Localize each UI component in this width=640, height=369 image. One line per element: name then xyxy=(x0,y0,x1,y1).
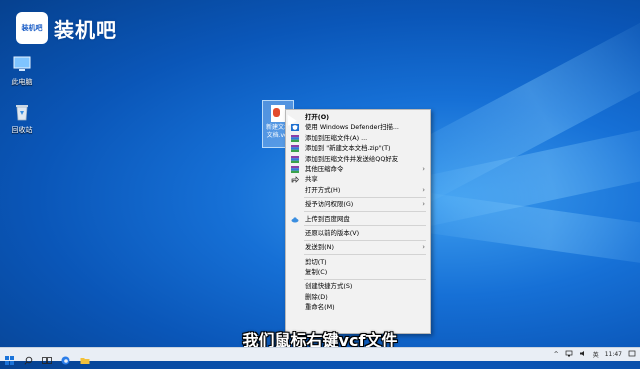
menu-item-label: 添加到 "新建文本文档.zip"(T) xyxy=(305,144,391,153)
menu-item-label: 删除(D) xyxy=(305,292,328,301)
winrar-archive-icon xyxy=(291,145,299,153)
network-icon[interactable] xyxy=(565,350,573,359)
notification-chevron-icon[interactable]: ^ xyxy=(554,351,559,358)
recycle-bin-icon xyxy=(12,102,32,122)
winrar-archive-icon xyxy=(291,165,299,173)
menu-separator xyxy=(304,196,426,198)
menu-separator xyxy=(304,239,426,241)
menu-separator xyxy=(304,225,426,227)
menu-item-label: 使用 Windows Defender扫描... xyxy=(305,123,399,132)
vcf-contact-file-icon xyxy=(271,105,285,122)
menu-item-restore-versions[interactable]: 还原以前的版本(V) xyxy=(286,228,430,238)
edge-browser-icon[interactable] xyxy=(61,350,71,365)
volume-icon[interactable] xyxy=(579,350,587,359)
menu-item-rename[interactable]: 重命名(M) xyxy=(286,302,430,312)
watermark-brand-text: 装机吧 xyxy=(54,17,117,42)
desktop-icon-label: 回收站 xyxy=(11,126,33,134)
watermark-badge: 装机吧 xyxy=(16,12,48,44)
share-icon xyxy=(291,176,299,184)
menu-item-label: 创建快捷方式(S) xyxy=(305,282,353,291)
menu-item-create-shortcut[interactable]: 创建快捷方式(S) xyxy=(286,281,430,291)
menu-item-open[interactable]: 打开(O) xyxy=(286,112,430,122)
wallpaper-beam xyxy=(398,189,640,271)
menu-item-label: 共享 xyxy=(305,175,318,184)
menu-item-label: 上传到百度网盘 xyxy=(305,214,350,223)
menu-separator xyxy=(304,278,426,280)
task-view-icon[interactable] xyxy=(42,350,52,364)
taskbar: ^ 英 11:47 xyxy=(0,347,640,365)
chevron-right-icon: › xyxy=(422,185,425,194)
menu-item-label: 剪切(T) xyxy=(305,257,327,266)
winrar-archive-icon xyxy=(291,134,299,142)
menu-item-copy[interactable]: 复制(C) xyxy=(286,267,430,277)
menu-item-defender-scan[interactable]: 使用 Windows Defender扫描... xyxy=(286,122,430,132)
baidu-cloud-icon xyxy=(291,216,299,223)
file-explorer-icon[interactable] xyxy=(80,350,90,364)
system-tray: ^ 英 11:47 xyxy=(554,348,636,361)
computer-icon xyxy=(12,54,32,74)
menu-item-open-with[interactable]: 打开方式(H) › xyxy=(286,185,430,195)
desktop-icon-recycle-bin[interactable]: 回收站 xyxy=(0,102,44,135)
defender-shield-icon xyxy=(291,124,299,132)
menu-item-upload-baidu[interactable]: 上传到百度网盘 xyxy=(286,214,430,224)
menu-item-grant-access[interactable]: 授予访问权限(G) › xyxy=(286,199,430,209)
menu-item-delete[interactable]: 删除(D) xyxy=(286,292,430,302)
menu-item-label: 还原以前的版本(V) xyxy=(305,228,360,237)
menu-item-label: 添加到压缩文件并发送给QQ好友 xyxy=(305,154,399,163)
notification-center-icon[interactable] xyxy=(628,350,636,359)
menu-item-add-to-zip[interactable]: 添加到 "新建文本文档.zip"(T) xyxy=(286,143,430,153)
menu-item-label: 其他压缩命令 xyxy=(305,164,344,173)
menu-separator xyxy=(304,254,426,256)
menu-item-other-compress[interactable]: 其他压缩命令 › xyxy=(286,164,430,174)
context-menu: 打开(O) 使用 Windows Defender扫描... 添加到压缩文件(A… xyxy=(285,109,431,334)
menu-separator xyxy=(304,211,426,213)
menu-item-label: 授予访问权限(G) xyxy=(305,200,354,209)
menu-item-label: 打开方式(H) xyxy=(305,185,341,194)
clock[interactable]: 11:47 xyxy=(605,351,622,358)
watermark-logo: 装机吧 装机吧 xyxy=(16,12,117,44)
menu-item-label: 发送到(N) xyxy=(305,243,334,252)
menu-item-cut[interactable]: 剪切(T) xyxy=(286,257,430,267)
menu-item-label: 打开(O) xyxy=(305,113,330,121)
input-method-indicator[interactable]: 英 xyxy=(593,350,599,359)
menu-item-share[interactable]: 共享 xyxy=(286,174,430,184)
menu-item-add-to-archive[interactable]: 添加到压缩文件(A) ... xyxy=(286,133,430,143)
chevron-right-icon: › xyxy=(422,164,425,173)
search-icon[interactable] xyxy=(24,350,34,365)
windows-start-icon[interactable] xyxy=(5,350,15,365)
desktop-icon-label: 此电脑 xyxy=(11,78,33,86)
menu-item-send-to[interactable]: 发送到(N) › xyxy=(286,242,430,252)
desktop-icon-this-pc[interactable]: 此电脑 xyxy=(0,54,44,87)
menu-item-label: 复制(C) xyxy=(305,268,328,277)
menu-item-archive-send-qq[interactable]: 添加到压缩文件并发送给QQ好友 xyxy=(286,154,430,164)
winrar-archive-icon xyxy=(291,155,299,163)
menu-item-label: 添加到压缩文件(A) ... xyxy=(305,133,368,142)
chevron-right-icon: › xyxy=(422,243,425,252)
menu-item-label: 重命名(M) xyxy=(305,303,335,312)
chevron-right-icon: › xyxy=(422,200,425,209)
